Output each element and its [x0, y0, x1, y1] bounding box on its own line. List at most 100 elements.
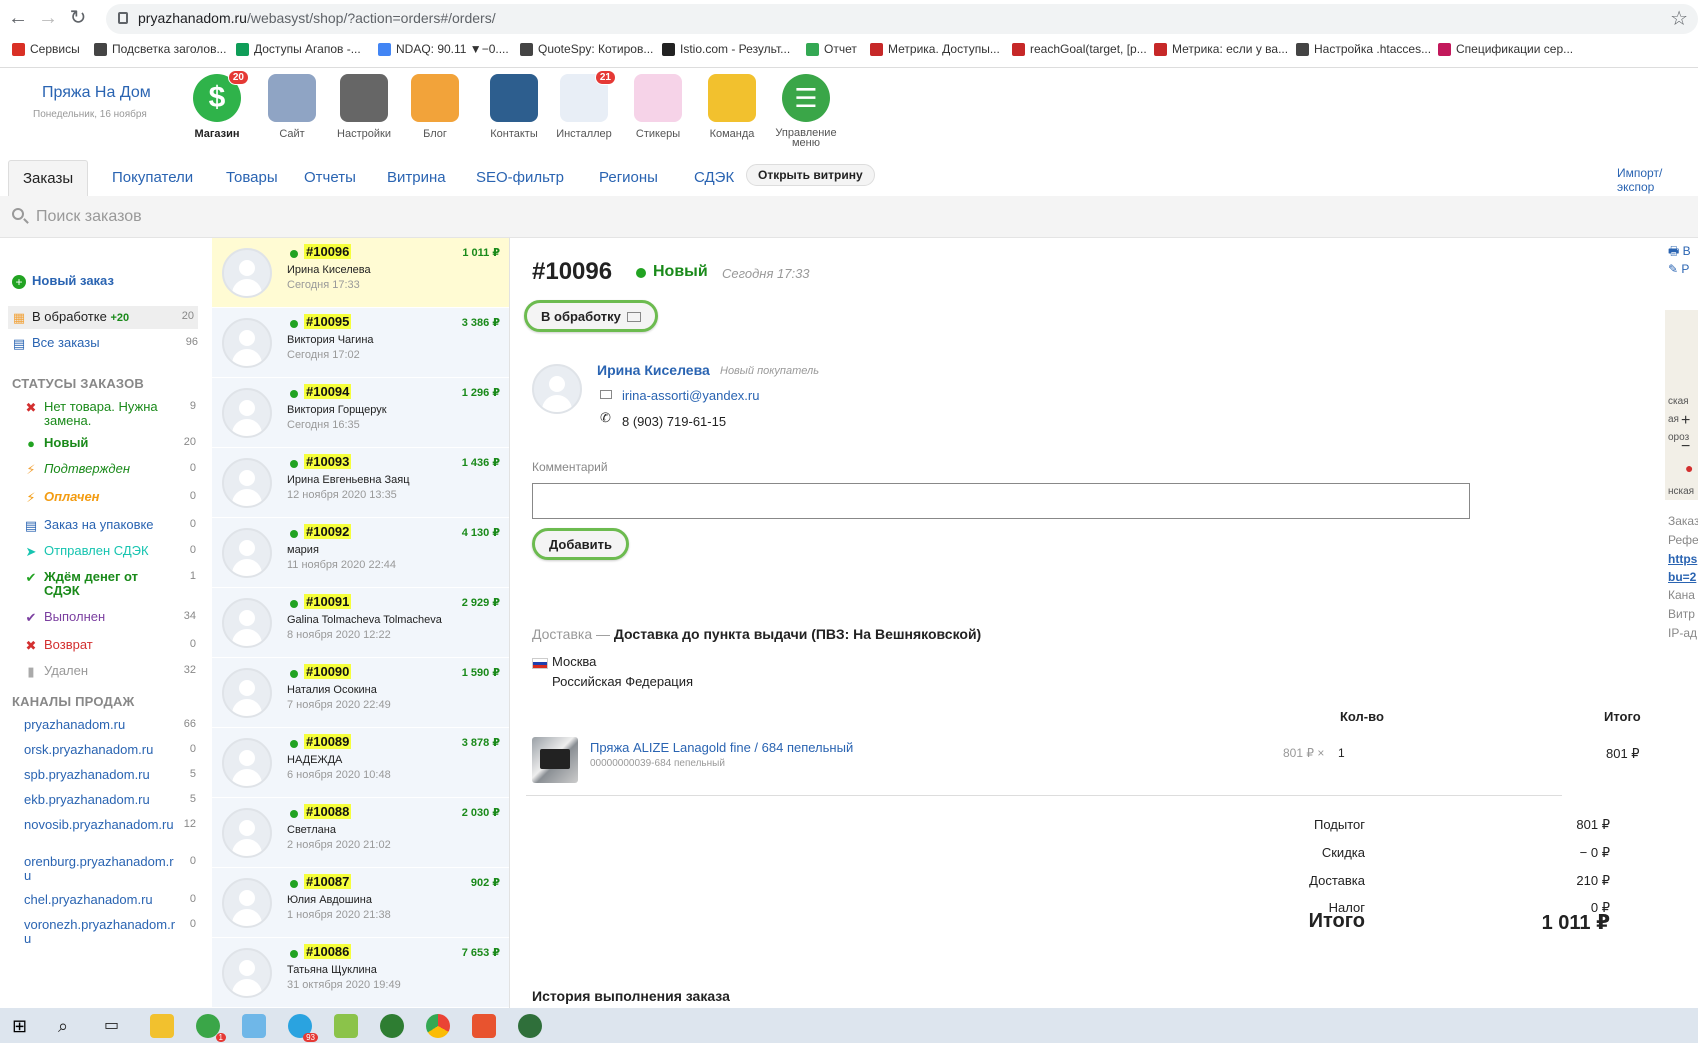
tab-6[interactable]: Регионы: [599, 160, 658, 196]
bookmark-item[interactable]: Метрика. Доступы...: [870, 42, 1000, 56]
product-total: 801 ₽: [1606, 746, 1640, 761]
bookmark-item[interactable]: Istio.com - Результ...: [662, 42, 790, 56]
status-filter-item[interactable]: ▤ Заказ на упаковке 0: [24, 518, 196, 533]
app-site[interactable]: Сайт: [252, 74, 332, 140]
back-icon[interactable]: ←: [6, 6, 30, 30]
status-icon: ✔: [25, 610, 37, 625]
whatsapp-icon[interactable]: 1: [196, 1014, 226, 1042]
search-input[interactable]: [36, 202, 636, 232]
brand-name[interactable]: Пряжа На Дом: [42, 84, 151, 102]
bookmark-item[interactable]: Настройка .htacces...: [1296, 42, 1431, 56]
status-filter-item[interactable]: ✖ Возврат 0: [24, 638, 196, 653]
order-list-item[interactable]: #10086 7 653 ₽ Татьяна Щуклина 31 октября 2…: [212, 938, 509, 1008]
status-filter-item[interactable]: ✔ Выполнен 34: [24, 610, 196, 625]
bookmark-item[interactable]: Метрика: если у ва...: [1154, 42, 1288, 56]
app-dollar[interactable]: $20 Магазин: [177, 70, 257, 140]
status-filter-item[interactable]: ✖ Нет товара. Нужна замена. 9: [24, 400, 196, 428]
search-icon[interactable]: ⌕: [58, 1014, 82, 1038]
tab-7[interactable]: СДЭК: [694, 160, 734, 196]
channel-link[interactable]: novosib.pryazhanadom.ru 12: [24, 818, 196, 832]
status-filter-item[interactable]: ▮ Удален 32: [24, 664, 196, 679]
order-list-item[interactable]: #10090 1 590 ₽ Наталия Осокина 7 ноября 202…: [212, 658, 509, 728]
status-filter-item[interactable]: ➤ Отправлен СДЭК 0: [24, 544, 196, 559]
tab-3[interactable]: Отчеты: [304, 160, 356, 196]
order-list-item[interactable]: #10091 2 929 ₽ Galina Tolmacheva Tolmachev…: [212, 588, 509, 658]
zoom-out-icon[interactable]: −: [1681, 438, 1690, 456]
in-process-item[interactable]: ▦ В обработке +20 20: [8, 306, 198, 329]
status-filter-item[interactable]: ● Новый 20: [24, 436, 196, 451]
status-filter-item[interactable]: ✔ Ждём денег от СДЭК 1: [24, 570, 196, 598]
tab-4[interactable]: Витрина: [387, 160, 446, 196]
product-name-link[interactable]: Пряжа ALIZE Lanagold fine / 684 пепельны…: [590, 740, 853, 755]
bookmark-item[interactable]: Отчет: [806, 42, 857, 56]
meta-text[interactable]: bu=2: [1668, 570, 1696, 584]
add-comment-button[interactable]: Добавить: [532, 528, 629, 560]
app-pencil[interactable]: Блог: [395, 74, 475, 140]
order-list-item[interactable]: #10087 902 ₽ Юлия Авдошина 1 ноября 2020 21…: [212, 868, 509, 938]
tab-0[interactable]: Заказы: [8, 160, 89, 196]
bookmark-item[interactable]: Подсветка заголов...: [94, 42, 226, 56]
import-export-link[interactable]: Импорт/экспор: [1617, 166, 1698, 194]
open-store-button[interactable]: Открыть витрину: [746, 164, 875, 186]
bookmark-item[interactable]: QuoteSpy: Котиров...: [520, 42, 653, 56]
tab-5[interactable]: SEO-фильтр: [476, 160, 564, 196]
order-list-item[interactable]: #10089 3 878 ₽ НАДЕЖДА 6 ноября 2020 10:48: [212, 728, 509, 798]
app-icon[interactable]: [380, 1014, 404, 1038]
order-list-item[interactable]: #10094 1 296 ₽ Виктория Горщерук Сегодня 16…: [212, 378, 509, 448]
app-icon[interactable]: [242, 1014, 266, 1038]
status-label: Новый: [44, 435, 89, 450]
address-bar[interactable]: pryazhanadom.ru/webasyst/shop/?action=or…: [106, 4, 1698, 34]
order-list-item[interactable]: #10096 1 011 ₽ Ирина Киселева Сегодня 17:33: [212, 238, 509, 308]
print-link[interactable]: 🖶 В: [1668, 242, 1691, 263]
status-filter-item[interactable]: ⚡ Оплачен 0: [24, 490, 196, 505]
app-menu[interactable]: ☰ Управление меню: [766, 74, 846, 149]
app-team[interactable]: Команда: [692, 74, 772, 140]
process-button[interactable]: В обработку: [524, 300, 658, 332]
app-icon[interactable]: [472, 1014, 496, 1038]
delivery-map[interactable]: ская ая ороз нская + − ●: [1665, 310, 1698, 500]
search-icon: [12, 208, 24, 220]
tab-1[interactable]: Покупатели: [112, 160, 193, 196]
forward-icon[interactable]: →: [36, 6, 60, 30]
chrome-icon[interactable]: [426, 1014, 450, 1038]
task-view-icon[interactable]: ▭: [104, 1014, 128, 1038]
bookmark-item[interactable]: Доступы Агапов -...: [236, 42, 361, 56]
channel-link[interactable]: voronezh.pryazhanadom.ru 0: [24, 918, 196, 946]
bookmark-item[interactable]: reachGoal(target, [p...: [1012, 42, 1147, 56]
comment-field[interactable]: [532, 483, 1470, 519]
bookmark-item[interactable]: Спецификации сер...: [1438, 42, 1573, 56]
notepad-icon[interactable]: [334, 1014, 358, 1038]
app-installer[interactable]: 21 Инсталлер: [544, 70, 624, 140]
meta-text[interactable]: https: [1668, 552, 1697, 566]
bookmark-item[interactable]: Сервисы: [12, 42, 80, 56]
app-contacts[interactable]: Контакты: [474, 74, 554, 140]
customer-name[interactable]: Ирина Киселева: [597, 362, 710, 378]
app-stickers[interactable]: Стикеры: [618, 74, 698, 140]
order-list-item[interactable]: #10092 4 130 ₽ мария 11 ноября 2020 22:44: [212, 518, 509, 588]
file-explorer-icon[interactable]: [150, 1014, 174, 1038]
new-order-link[interactable]: + Новый заказ: [12, 274, 198, 289]
channel-link[interactable]: ekb.pryazhanadom.ru 5: [24, 793, 196, 807]
order-list-item[interactable]: #10088 2 030 ₽ Светлана 2 ноября 2020 21:02: [212, 798, 509, 868]
zoom-in-icon[interactable]: +: [1681, 412, 1690, 430]
channel-link[interactable]: spb.pryazhanadom.ru 5: [24, 768, 196, 782]
order-list-item[interactable]: #10095 3 386 ₽ Виктория Чагина Сегодня 17:0…: [212, 308, 509, 378]
channel-link[interactable]: orenburg.pryazhanadom.ru 0: [24, 855, 196, 883]
tab-2[interactable]: Товары: [226, 160, 278, 196]
status-filter-item[interactable]: ⚡ Подтвержден 0: [24, 462, 196, 477]
bookmark-item[interactable]: NDAQ: 90.11 ▼−0....: [378, 42, 509, 56]
edit-link[interactable]: ✎ Р: [1668, 262, 1689, 276]
all-orders-item[interactable]: ▤ Все заказы 96: [12, 336, 198, 351]
channel-link[interactable]: pryazhanadom.ru 66: [24, 718, 196, 732]
app-icon[interactable]: [518, 1014, 542, 1038]
app-gear[interactable]: Настройки: [324, 74, 404, 140]
telegram-icon[interactable]: 93: [288, 1014, 318, 1042]
order-list-item[interactable]: #10093 1 436 ₽ Ирина Евгеньевна Заяц 12 ноя…: [212, 448, 509, 518]
bookmark-star-icon[interactable]: ☆: [1670, 6, 1688, 31]
customer-email[interactable]: irina-assorti@yandex.ru: [622, 388, 759, 403]
reload-icon[interactable]: ↻: [66, 6, 90, 30]
product-thumbnail[interactable]: [532, 737, 578, 783]
windows-start-icon[interactable]: ⊞: [12, 1014, 36, 1038]
channel-link[interactable]: orsk.pryazhanadom.ru 0: [24, 743, 196, 757]
channel-link[interactable]: chel.pryazhanadom.ru 0: [24, 893, 196, 907]
